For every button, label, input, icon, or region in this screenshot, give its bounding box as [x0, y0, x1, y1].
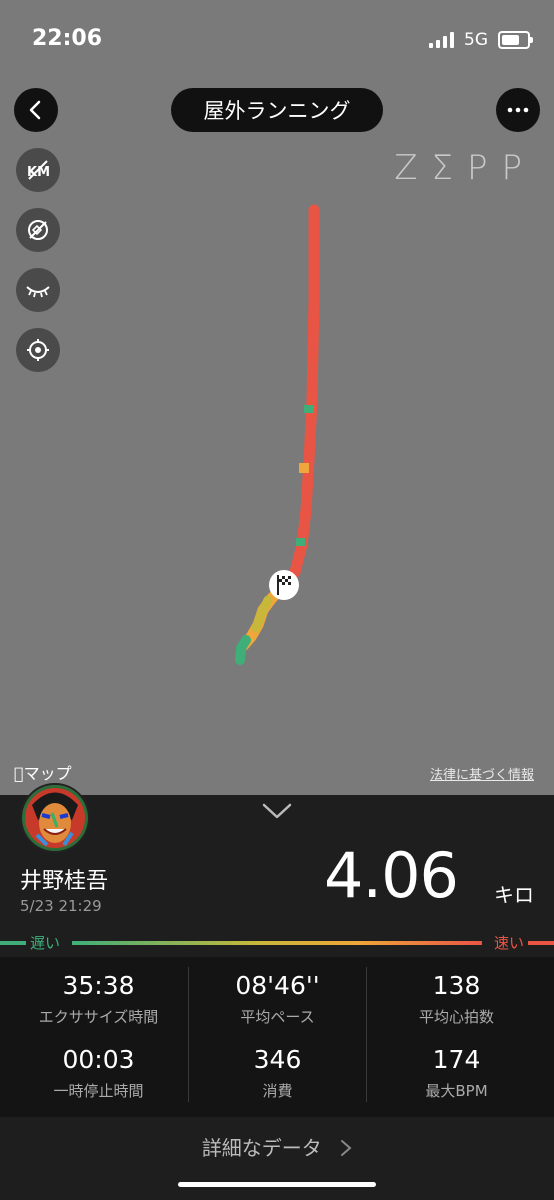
km-toggle-icon: KM [27, 160, 50, 180]
workout-datetime: 5/23 21:29 [20, 897, 102, 915]
back-button[interactable] [14, 88, 58, 132]
map-attribution: マップ [14, 760, 72, 784]
stat-label: 消費 [262, 1082, 293, 1100]
summary-panel: 井野桂吾 5/23 21:29 4.06 キロ 遅い 速い 35:38 エクササ… [0, 783, 554, 1200]
finish-flag-icon[interactable] [269, 570, 299, 600]
detail-data-link[interactable]: 詳細なデータ [0, 1132, 554, 1161]
chevron-left-icon [29, 100, 41, 120]
stat-label: 一時停止時間 [53, 1082, 144, 1100]
km-toggle-button[interactable]: KM [16, 148, 60, 192]
chevron-right-icon [341, 1140, 352, 1156]
layer-off-icon [28, 220, 48, 240]
map-provider-label: マップ [14, 764, 72, 783]
stat-average-pace: 08'46'' 平均ペース [185, 971, 370, 1027]
distance-value: 4.06 [323, 839, 459, 912]
visibility-toggle-button[interactable] [16, 268, 60, 312]
speed-scale-left-line [0, 941, 26, 945]
route-segment-fast [279, 204, 320, 591]
more-button[interactable] [496, 88, 540, 132]
detail-data-label: 詳細なデータ [201, 1136, 322, 1160]
stat-max-bpm: 174 最大BPM [364, 1045, 549, 1101]
route-marker-yellow [299, 463, 309, 473]
map-tools: KM [16, 148, 60, 372]
stat-label: 平均心拍数 [418, 1008, 494, 1026]
stat-pause-time: 00:03 一時停止時間 [6, 1045, 191, 1101]
user-name: 井野桂吾 [20, 869, 109, 894]
distance-unit: キロ [494, 883, 534, 907]
chevron-down-icon[interactable] [262, 803, 292, 819]
page-title: 屋外ランニング [171, 88, 383, 132]
stats-grid: 35:38 エクササイズ時間 08'46'' 平均ペース 138 平均心拍数 0… [0, 957, 554, 1117]
home-indicator [178, 1182, 376, 1187]
eye-closed-icon [26, 286, 50, 298]
apple-icon:  [14, 764, 24, 783]
layer-toggle-button[interactable] [16, 208, 60, 252]
route-marker-green-2 [296, 538, 305, 546]
stat-exercise-time: 35:38 エクササイズ時間 [6, 971, 191, 1027]
stat-value: 346 [253, 1045, 302, 1074]
stat-label: エクササイズ時間 [38, 1008, 159, 1026]
speed-slow-label: 遅い [30, 934, 61, 952]
stats-divider [188, 967, 189, 1102]
stat-value: 174 [432, 1045, 481, 1074]
brand-logo: ZΣPP [394, 148, 536, 188]
avatar[interactable] [20, 783, 90, 853]
stat-calories: 346 消費 [185, 1045, 370, 1101]
locate-icon [27, 339, 49, 361]
locate-button[interactable] [16, 328, 60, 372]
route-marker-green [304, 405, 314, 413]
stat-value: 00:03 [62, 1045, 135, 1074]
stat-value: 08'46'' [235, 971, 320, 1000]
speed-scale-right-line [528, 941, 554, 945]
more-dots-icon [507, 107, 529, 113]
stat-value: 35:38 [62, 971, 135, 1000]
legal-info-link[interactable]: 法律に基づく情報 [430, 764, 534, 783]
stat-average-heart-rate: 138 平均心拍数 [364, 971, 549, 1027]
speed-fast-label: 速い [493, 934, 524, 952]
stat-label: 平均ペース [240, 1008, 315, 1026]
stat-value: 138 [432, 971, 481, 1000]
stat-label: 最大BPM [425, 1082, 488, 1100]
speed-scale-gradient [72, 941, 482, 945]
stats-divider [366, 967, 367, 1102]
route-segment-slow [235, 635, 251, 665]
